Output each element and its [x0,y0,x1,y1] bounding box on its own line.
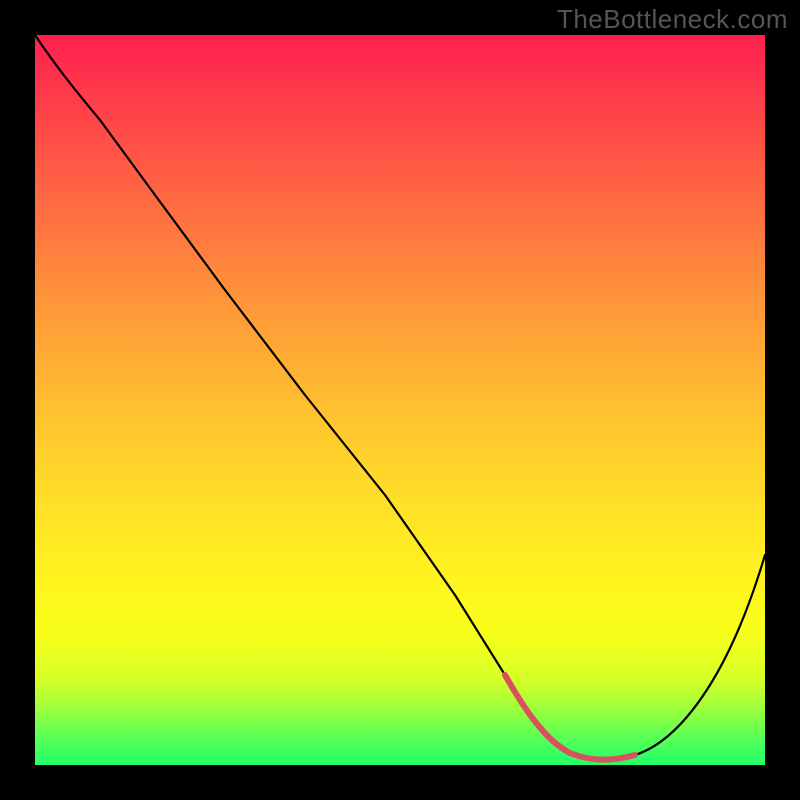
chart-svg [35,35,765,765]
plot-area [35,35,765,765]
chart-frame: TheBottleneck.com [0,0,800,800]
bottleneck-curve-line [35,35,765,760]
flat-valley-highlight-line [505,675,635,760]
watermark-text: TheBottleneck.com [557,4,788,35]
